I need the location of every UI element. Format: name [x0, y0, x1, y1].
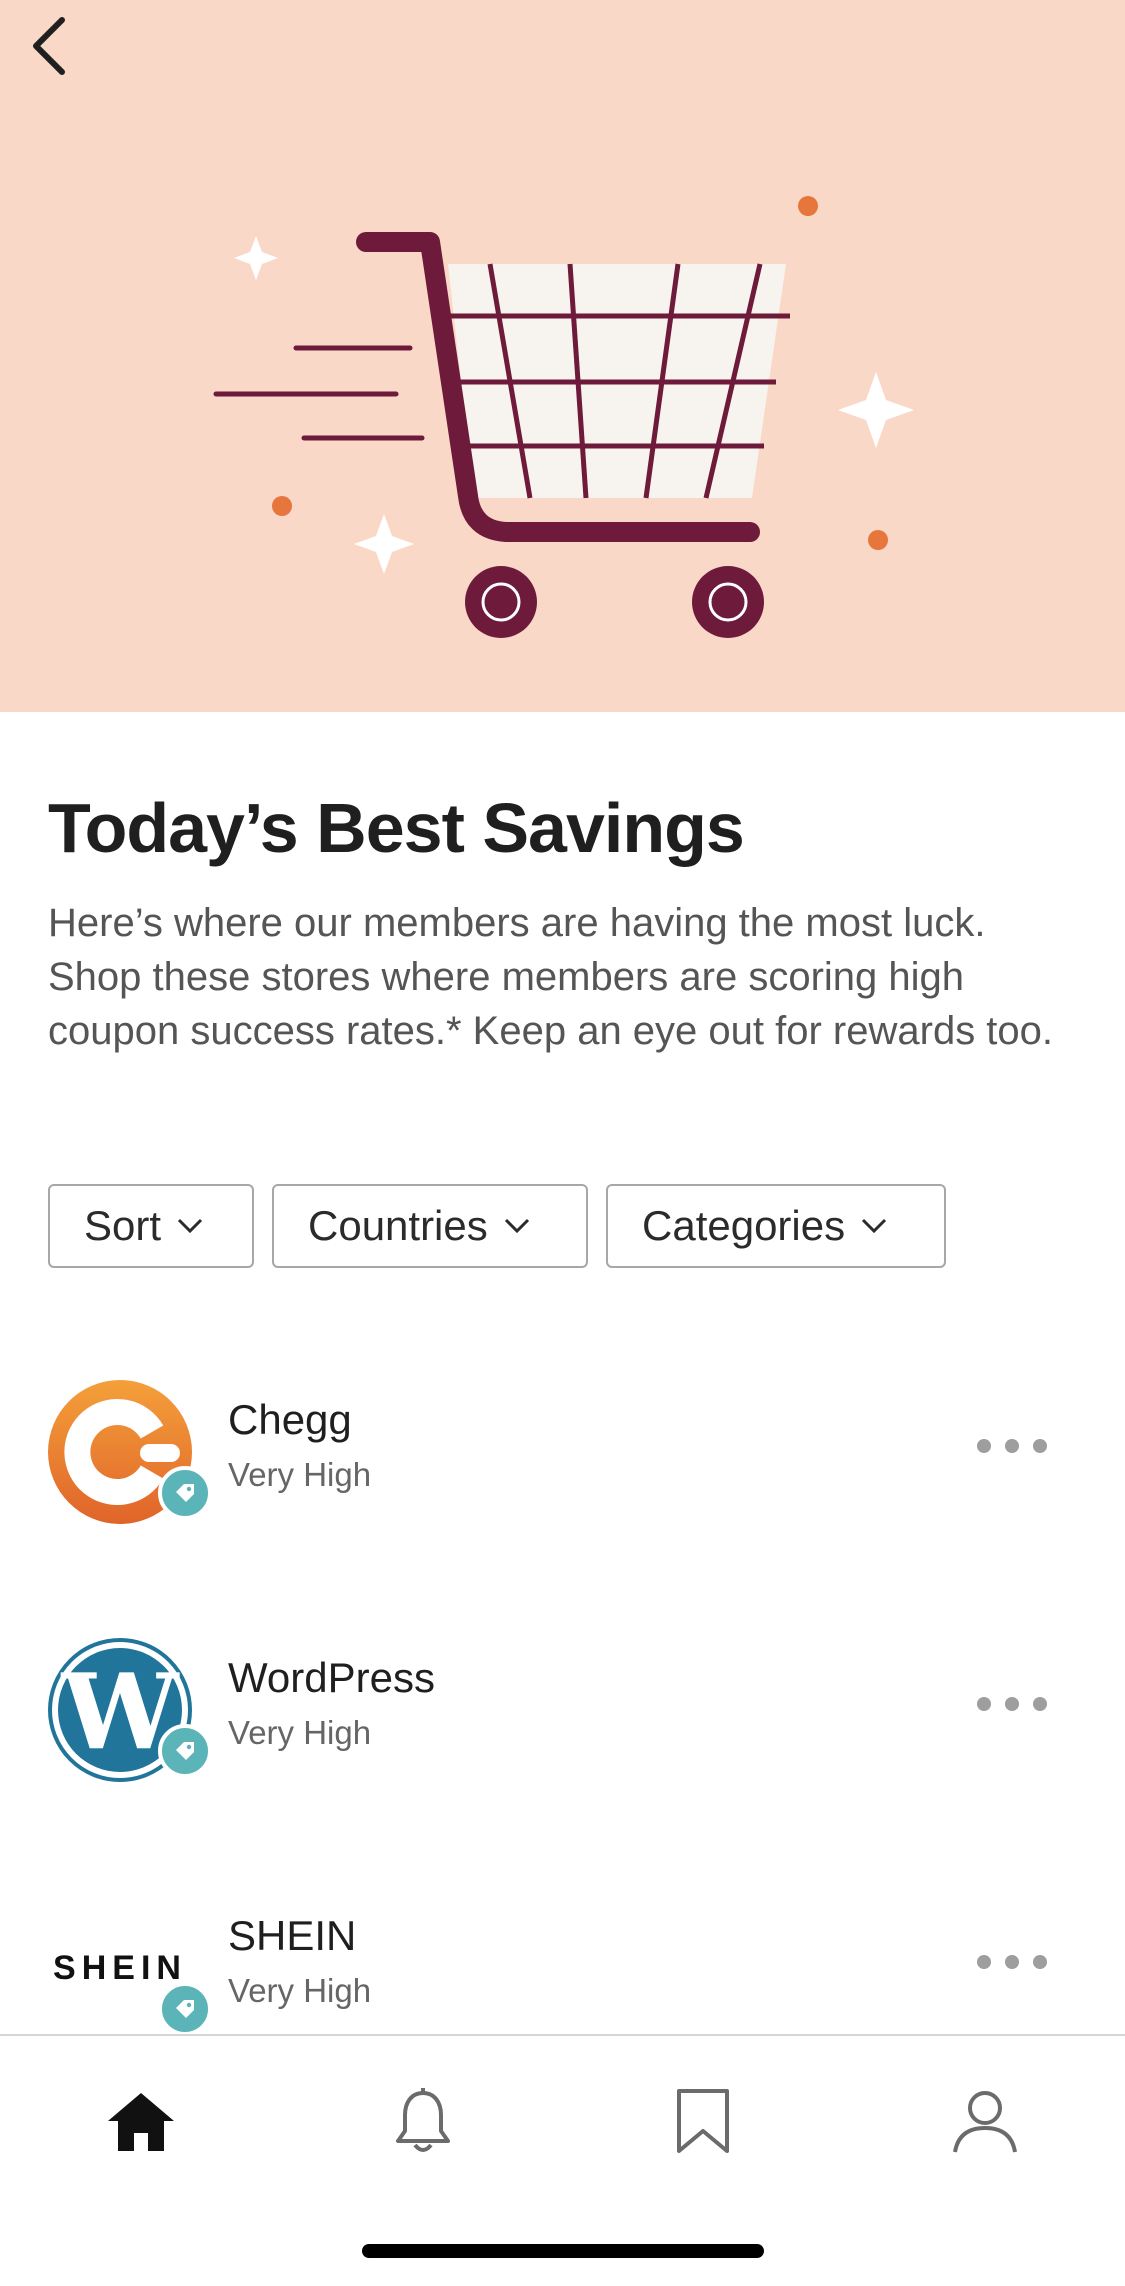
countries-dropdown[interactable]: Countries	[272, 1184, 588, 1268]
store-name: Chegg	[228, 1396, 352, 1443]
shopping-cart-icon	[213, 196, 914, 638]
more-icon-dot	[977, 1697, 991, 1711]
more-icon-dot	[1033, 1955, 1047, 1969]
more-icon-dot	[1005, 1697, 1019, 1711]
home-indicator	[362, 2244, 764, 2258]
more-options-button[interactable]	[977, 1942, 1047, 1982]
tab-notifications[interactable]	[378, 2076, 468, 2166]
coupon-tag-icon	[158, 1982, 212, 2036]
success-rate: Very High	[228, 1714, 372, 1751]
bell-icon	[396, 2088, 450, 2152]
store-name: WordPress	[228, 1654, 435, 1701]
more-icon-dot	[1033, 1697, 1047, 1711]
profile-icon	[953, 2091, 1017, 2153]
more-icon-dot	[1033, 1439, 1047, 1453]
home-icon	[108, 2093, 174, 2151]
more-icon-dot	[1005, 1955, 1019, 1969]
store-row-shein[interactable]: SHEIN SHEIN Very High	[0, 1890, 1125, 2050]
tab-profile[interactable]	[940, 2076, 1030, 2166]
sort-label: Sort	[84, 1202, 162, 1249]
categories-dropdown[interactable]: Categories	[606, 1184, 946, 1268]
sort-dropdown[interactable]: Sort	[48, 1184, 254, 1268]
categories-label: Categories	[642, 1202, 846, 1249]
more-icon-dot	[1005, 1439, 1019, 1453]
more-options-button[interactable]	[977, 1684, 1047, 1724]
countries-label: Countries	[308, 1202, 488, 1249]
more-icon-dot	[977, 1955, 991, 1969]
chevron-down-icon	[504, 1218, 529, 1234]
page-title: Today’s Best Savings	[48, 789, 745, 867]
coupon-tag-icon	[158, 1466, 212, 1520]
shein-logo-text: SHEIN	[53, 1948, 187, 1987]
bookmark-icon	[677, 2089, 729, 2153]
coupon-tag-icon	[158, 1724, 212, 1778]
more-icon-dot	[977, 1439, 991, 1453]
chevron-down-icon	[862, 1218, 887, 1234]
chevron-down-icon	[177, 1218, 203, 1234]
more-options-button[interactable]	[977, 1426, 1047, 1466]
hero-banner	[0, 0, 1125, 712]
tab-saved[interactable]	[658, 2076, 748, 2166]
page-description: Here’s where our members are having the …	[48, 901, 1054, 1053]
back-button[interactable]	[18, 14, 78, 78]
success-rate: Very High	[228, 1972, 372, 2009]
tab-home[interactable]	[96, 2076, 186, 2166]
store-row-wordpress[interactable]: W WordPress Very High	[0, 1632, 1125, 1792]
success-rate: Very High	[228, 1456, 372, 1493]
store-row-chegg[interactable]: Chegg Very High	[0, 1374, 1125, 1534]
store-name: SHEIN	[228, 1912, 357, 1959]
chevron-left-icon	[33, 17, 65, 75]
